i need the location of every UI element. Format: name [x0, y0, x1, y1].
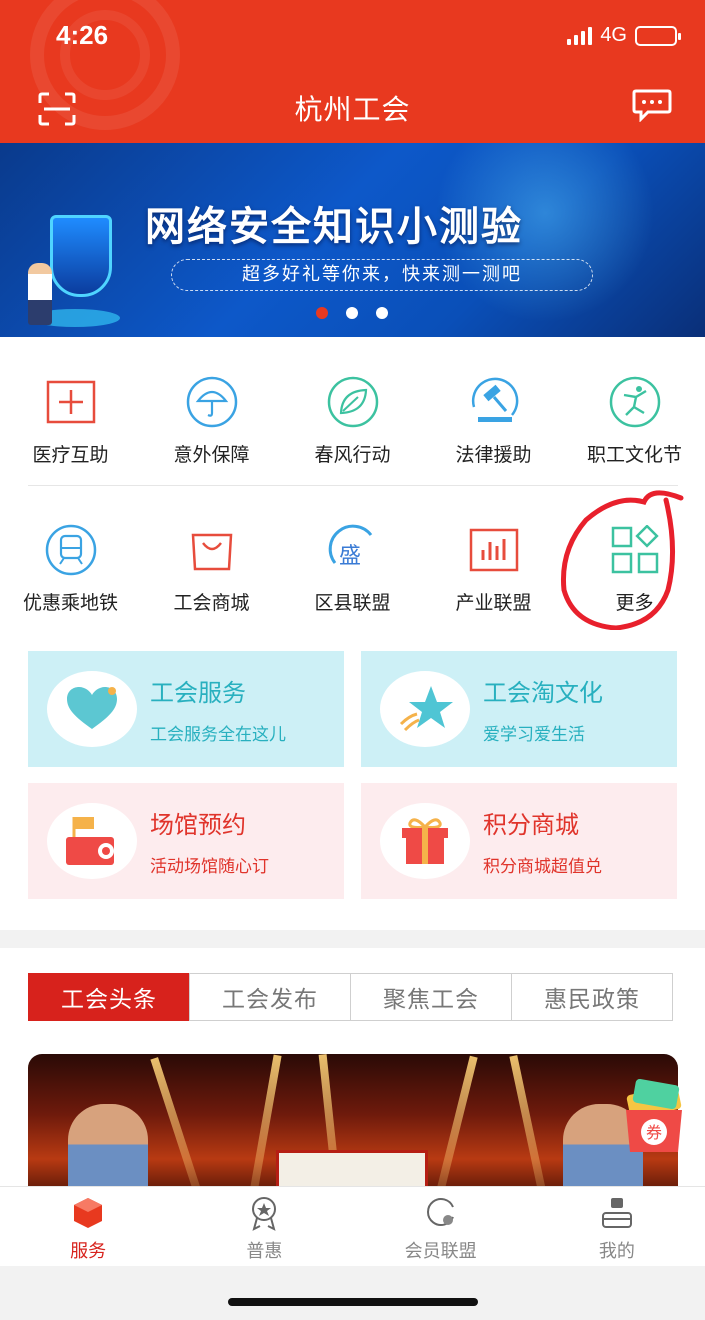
service-metro[interactable]: 优惠乘地铁: [0, 522, 141, 615]
service-label: 职工文化节: [586, 444, 682, 466]
coupon-label: 券: [646, 1123, 662, 1142]
service-cube-icon: [74, 1198, 103, 1228]
tab-releases[interactable]: 工会发布: [189, 973, 351, 1021]
service-label: 区县联盟: [314, 592, 391, 614]
status-time: 4:26: [56, 20, 109, 50]
profile-icon: [601, 1198, 632, 1228]
member-alliance-icon: [426, 1198, 454, 1226]
tabbar-label: 普惠: [246, 1241, 283, 1262]
battery-icon: [635, 25, 681, 46]
medical-cross-icon: [43, 374, 99, 430]
card-points-mall[interactable]: 积分商城 积分商城超值兑: [361, 783, 677, 899]
tabbar-label: 服务: [70, 1241, 107, 1262]
card-text: 工会服务 工会服务全在这儿: [150, 673, 286, 745]
card-subtitle: 爱学习爱生活: [483, 725, 585, 745]
person-illustration: [28, 263, 52, 325]
carousel-dots[interactable]: [316, 307, 388, 319]
card-title: 工会服务: [150, 679, 246, 707]
card-title: 工会淘文化: [483, 679, 603, 707]
service-label: 优惠乘地铁: [22, 592, 118, 614]
network-type: 4G: [600, 24, 627, 46]
gift-icon: [380, 803, 470, 879]
heart-icon: [47, 671, 137, 747]
home-indicator[interactable]: [228, 1298, 478, 1306]
services-divider: [28, 485, 678, 486]
card-venue-booking[interactable]: 场馆预约 活动场馆随心订: [28, 783, 344, 899]
service-district[interactable]: 盛 区县联盟: [282, 522, 423, 615]
tabbar-label: 会员联盟: [404, 1241, 477, 1262]
service-accident[interactable]: 意外保障: [141, 374, 282, 467]
service-mall[interactable]: 工会商城: [141, 522, 282, 615]
svg-text:盛: 盛: [339, 544, 361, 569]
gavel-icon: [466, 374, 522, 430]
service-label: 产业联盟: [455, 592, 532, 614]
bottom-tabbar: 服务 普惠 会员联盟 我的: [0, 1186, 705, 1266]
service-legal[interactable]: 法律援助: [423, 374, 564, 467]
service-label: 法律援助: [455, 444, 532, 466]
tabbar-service[interactable]: 服务: [0, 1187, 176, 1266]
certificate: [276, 1150, 428, 1186]
bar-chart-icon: [466, 522, 522, 578]
venue-flag-icon: [47, 803, 137, 879]
card-union-service[interactable]: 工会服务 工会服务全在这儿: [28, 651, 344, 767]
status-indicators: 4G: [567, 24, 681, 47]
signal-icon: [567, 26, 593, 45]
medal-icon: [252, 1197, 277, 1231]
service-spring[interactable]: 春风行动: [282, 374, 423, 467]
service-medical[interactable]: 医疗互助: [0, 374, 141, 467]
tab-policy[interactable]: 惠民政策: [511, 973, 673, 1021]
service-label: 工会商城: [173, 592, 250, 614]
tabbar-benefits[interactable]: 普惠: [176, 1187, 352, 1266]
service-label: 春风行动: [314, 444, 391, 466]
news-section: 工会头条 工会发布 聚焦工会 惠民政策: [0, 948, 705, 1186]
service-label: 意外保障: [173, 444, 250, 466]
coupon-icon[interactable]: 券: [620, 1066, 688, 1156]
dancer-icon: [607, 374, 663, 430]
card-text: 工会淘文化 爱学习爱生活: [483, 673, 603, 745]
stage-light: [509, 1055, 555, 1186]
banner-title: 网络安全知识小测验: [145, 204, 523, 250]
banner-subtitle: 超多好礼等你来，快来测一测吧: [171, 259, 593, 291]
news-tabs: 工会头条 工会发布 聚焦工会 惠民政策: [28, 973, 673, 1021]
metro-icon: [43, 522, 99, 578]
stage-light: [150, 1057, 214, 1186]
card-text: 积分商城 积分商城超值兑: [483, 805, 602, 877]
card-subtitle: 工会服务全在这儿: [150, 725, 286, 745]
leaf-icon: [325, 374, 381, 430]
service-culture[interactable]: 职工文化节: [564, 374, 705, 467]
shopping-bag-icon: [184, 522, 240, 578]
carousel-dot[interactable]: [376, 307, 388, 319]
carousel-dot[interactable]: [316, 307, 328, 319]
tab-headlines[interactable]: 工会头条: [28, 973, 190, 1021]
tab-focus[interactable]: 聚焦工会: [350, 973, 512, 1021]
service-label: 医疗互助: [32, 444, 109, 466]
carousel-dot[interactable]: [346, 307, 358, 319]
umbrella-icon: [184, 374, 240, 430]
tabbar-alliance[interactable]: 会员联盟: [353, 1187, 529, 1266]
page-title: 杭州工会: [294, 93, 411, 126]
alliance-icon: 盛: [325, 522, 381, 578]
chat-icon[interactable]: [632, 88, 672, 122]
service-grid-row-1: 医疗互助 意外保障 春风行动 法律援助 职工文化节: [0, 374, 705, 467]
card-culture[interactable]: 工会淘文化 爱学习爱生活: [361, 651, 677, 767]
tabbar-profile[interactable]: 我的: [529, 1187, 705, 1266]
card-title: 积分商城: [483, 811, 579, 839]
star-icon: [380, 671, 470, 747]
card-subtitle: 积分商城超值兑: [483, 857, 602, 877]
tabbar-label: 我的: [598, 1241, 635, 1262]
service-industry[interactable]: 产业联盟: [423, 522, 564, 615]
hand-drawn-circle-annotation: [560, 490, 684, 630]
card-subtitle: 活动场馆随心订: [150, 857, 269, 877]
home-indicator-area: [0, 1266, 705, 1320]
card-text: 场馆预约 活动场馆随心订: [150, 805, 269, 877]
news-photo[interactable]: [28, 1054, 678, 1186]
person-photo: [68, 1104, 148, 1186]
stage-light: [426, 1055, 478, 1186]
card-title: 场馆预约: [150, 811, 246, 839]
